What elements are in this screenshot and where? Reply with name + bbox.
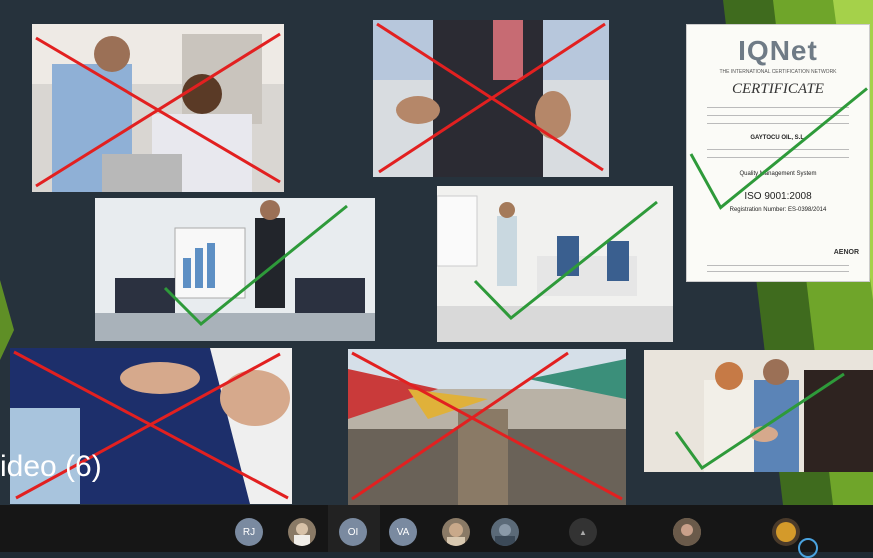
participant-avatar[interactable]: RJ — [235, 518, 263, 546]
participant-avatar-photo[interactable] — [673, 518, 701, 546]
speaking-indicator-icon — [798, 538, 818, 558]
photo-handshake — [644, 350, 873, 472]
chevron-up-icon: ▲ — [579, 527, 587, 537]
red-cross-icon — [35, 32, 281, 188]
red-cross-icon — [376, 22, 606, 174]
photo-empty-pockets — [373, 20, 609, 177]
green-check-icon — [473, 200, 658, 321]
green-check-icon — [674, 372, 845, 471]
green-check-icon — [163, 204, 348, 327]
iqnet-certificate: IQNet THE INTERNATIONAL CERTIFICATION NE… — [686, 24, 870, 282]
participant-avatar[interactable]: VA — [389, 518, 417, 546]
slide-caption: ideo (6) — [0, 450, 102, 483]
photo-training-session — [437, 186, 673, 342]
participant-avatar-photo[interactable] — [772, 518, 800, 546]
photo-office-discussion — [32, 24, 284, 192]
photo-business-presentation — [95, 198, 375, 341]
participant-avatar-photo[interactable] — [491, 518, 519, 546]
participant-avatar-photo[interactable] — [288, 518, 316, 546]
participant-bar — [0, 505, 873, 552]
participant-avatar-photo[interactable] — [442, 518, 470, 546]
green-check-icon — [689, 87, 868, 210]
red-cross-icon — [351, 351, 623, 501]
participant-avatar[interactable]: OI — [339, 518, 367, 546]
photo-street-market — [348, 349, 626, 505]
participant-avatar-blank[interactable]: ▲ — [569, 518, 597, 546]
presentation-slide: IQNet THE INTERNATIONAL CERTIFICATION NE… — [0, 0, 873, 505]
